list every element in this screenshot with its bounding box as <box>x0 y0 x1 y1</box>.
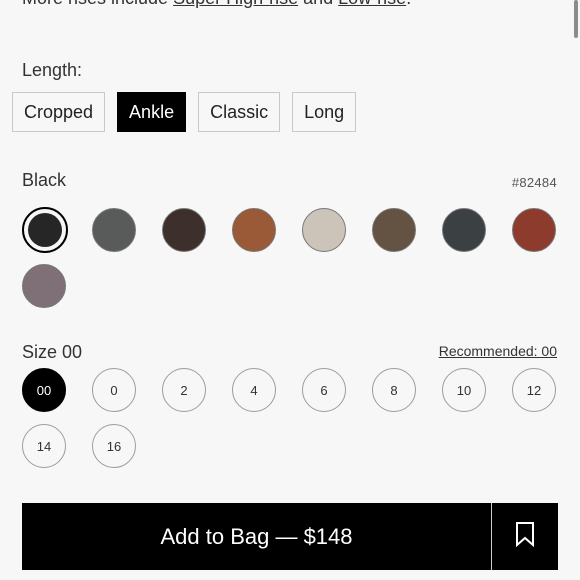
size-option-00[interactable]: 00 <box>22 368 66 412</box>
color-swatch-dark-brown[interactable] <box>162 208 206 252</box>
rise-note-prefix: More rises include <box>22 0 173 8</box>
color-swatch-mauve[interactable] <box>22 264 66 308</box>
super-high-rise-link[interactable]: Super High-rise <box>173 0 298 8</box>
size-option-8[interactable]: 8 <box>372 368 416 412</box>
length-option-cropped[interactable]: Cropped <box>12 92 106 132</box>
color-code: #82484 <box>511 175 557 190</box>
size-option-14[interactable]: 14 <box>22 424 66 468</box>
low-rise-link[interactable]: Low-rise <box>338 0 406 8</box>
size-option-16[interactable]: 16 <box>92 424 136 468</box>
color-swatch-black[interactable] <box>22 207 68 253</box>
length-option-classic[interactable]: Classic <box>198 92 281 132</box>
color-swatch-cognac[interactable] <box>232 208 276 252</box>
rise-note-suffix: . <box>406 0 411 8</box>
length-option-ankle[interactable]: Ankle <box>117 92 187 132</box>
add-to-bag-button[interactable]: Add to Bag — $148 <box>22 503 491 570</box>
color-swatch-charcoal[interactable] <box>442 208 486 252</box>
color-swatch-stone[interactable] <box>302 208 346 252</box>
size-option-0[interactable]: 0 <box>92 368 136 412</box>
rise-note: More rises include Super High-rise and L… <box>22 0 411 9</box>
recommended-size-link[interactable]: Recommended: 00 <box>439 343 557 359</box>
color-swatch-olive-brown[interactable] <box>372 208 416 252</box>
color-swatch-rust[interactable] <box>512 208 556 252</box>
size-label: Size 00 <box>22 342 83 362</box>
bookmark-icon <box>514 521 536 552</box>
size-option-10[interactable]: 10 <box>442 368 486 412</box>
scrollbar[interactable] <box>574 0 578 38</box>
add-to-bag-divider <box>491 503 492 570</box>
size-option-4[interactable]: 4 <box>232 368 276 412</box>
length-options: Cropped Ankle Classic Long <box>12 92 357 132</box>
size-option-12[interactable]: 12 <box>512 368 556 412</box>
color-swatch-gray[interactable] <box>92 208 136 252</box>
product-options-panel: More rises include Super High-rise and L… <box>0 0 580 580</box>
selected-color-name: Black <box>22 170 67 190</box>
add-to-bag-bar: Add to Bag — $148 <box>22 503 558 570</box>
save-bookmark-button[interactable] <box>492 503 558 570</box>
length-option-long[interactable]: Long <box>292 92 357 132</box>
size-option-2[interactable]: 2 <box>162 368 206 412</box>
size-option-6[interactable]: 6 <box>302 368 346 412</box>
length-label: Length: <box>22 60 83 80</box>
rise-note-middle: and <box>298 0 338 8</box>
